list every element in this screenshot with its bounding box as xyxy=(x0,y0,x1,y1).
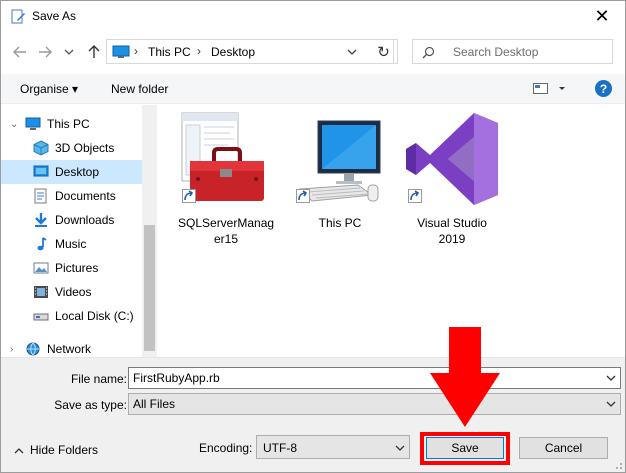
red-arrow-annotation xyxy=(430,327,500,427)
sidebar-item-documents[interactable]: Documents xyxy=(1,184,142,208)
shortcut-overlay-icon xyxy=(408,189,422,203)
sidebar-item-label: Documents xyxy=(55,189,116,203)
shortcut-overlay-icon xyxy=(296,189,310,203)
file-name-input[interactable] xyxy=(129,368,599,388)
file-item-label: This PC xyxy=(318,216,362,230)
command-toolbar: Organise ▾ New folder ? xyxy=(1,74,625,104)
video-icon xyxy=(34,286,48,298)
chevron-down-icon xyxy=(606,401,616,407)
view-icon xyxy=(533,83,565,94)
save-as-dialog: Save As ✕ › This PC › Desktop ↻ Search D… xyxy=(0,0,626,473)
file-item-label: Visual Studio 2019 xyxy=(417,216,487,246)
desktop-icon xyxy=(33,165,49,177)
navigation-pane: ⌄ This PC 3D Objects Desktop Documents D… xyxy=(1,105,157,361)
save-as-type-select[interactable]: All Files xyxy=(128,393,621,415)
title-bar: Save As ✕ xyxy=(1,1,625,32)
cancel-button[interactable]: Cancel xyxy=(519,437,608,459)
arrow-up-icon xyxy=(88,45,100,58)
organise-menu[interactable]: Organise ▾ xyxy=(20,82,78,96)
shortcut-overlay-icon xyxy=(182,189,196,203)
drive-icon xyxy=(33,313,49,321)
close-icon: ✕ xyxy=(594,6,610,26)
navigation-scroll-thumb[interactable] xyxy=(144,225,155,351)
save-as-type-dropdown[interactable] xyxy=(602,394,620,414)
refresh-button[interactable]: ↻ xyxy=(370,39,398,64)
encoding-value: UTF-8 xyxy=(263,441,297,455)
chevron-down-icon xyxy=(395,445,405,451)
search-icon xyxy=(422,46,435,59)
breadcrumb-desktop[interactable]: Desktop xyxy=(211,45,255,59)
save-as-icon xyxy=(11,9,25,24)
chevron-up-icon xyxy=(14,447,24,454)
help-button[interactable]: ? xyxy=(595,80,612,97)
cube-icon xyxy=(33,140,49,156)
computer-icon xyxy=(112,45,130,58)
refresh-icon: ↻ xyxy=(377,43,390,61)
chevron-down-icon xyxy=(606,375,616,381)
breadcrumb-this-pc[interactable]: This PC xyxy=(148,45,191,59)
sidebar-item-label: 3D Objects xyxy=(55,141,115,155)
save-as-type-value: All Files xyxy=(133,397,176,411)
network-icon xyxy=(26,342,40,356)
file-list: SQLServerManag er15 This PC Visual Studi… xyxy=(158,105,625,357)
sidebar-item-downloads[interactable]: Downloads xyxy=(1,208,142,232)
file-item-label: SQLServerManag er15 xyxy=(178,216,275,246)
search-box[interactable]: Search Desktop xyxy=(412,39,613,64)
music-icon xyxy=(37,237,47,251)
sidebar-item-label: Pictures xyxy=(55,261,99,275)
chevron-down-icon: ⌄ xyxy=(10,118,19,130)
download-icon xyxy=(35,213,47,227)
forward-button[interactable] xyxy=(34,41,56,63)
search-placeholder: Search Desktop xyxy=(453,45,539,59)
encoding-dropdown[interactable] xyxy=(391,438,409,458)
sidebar-item-label: Downloads xyxy=(55,213,115,227)
arrow-right-icon xyxy=(39,46,52,58)
sidebar-item-videos[interactable]: Videos xyxy=(1,280,142,304)
address-dropdown-button[interactable] xyxy=(339,40,365,63)
sidebar-item-local-disk[interactable]: Local Disk (C:) xyxy=(1,304,142,328)
view-options-button[interactable] xyxy=(533,83,569,98)
sidebar-item-desktop[interactable]: Desktop xyxy=(1,160,142,184)
encoding-label: Encoding: xyxy=(199,441,253,455)
hide-folders-label: Hide Folders xyxy=(30,443,99,457)
chevron-right-icon: › xyxy=(10,343,14,355)
chevron-right-icon: › xyxy=(197,44,201,58)
chevron-down-icon xyxy=(347,49,357,55)
hide-folders-button[interactable]: Hide Folders xyxy=(14,443,98,457)
sidebar-item-label: Network xyxy=(47,342,92,356)
sidebar-item-label: Desktop xyxy=(55,165,100,179)
save-as-type-label: Save as type: xyxy=(54,398,127,412)
sidebar-item-label: This PC xyxy=(47,117,90,131)
documents-icon xyxy=(34,188,47,204)
up-button[interactable] xyxy=(83,41,105,63)
file-name-label: File name: xyxy=(70,372,127,386)
sidebar-item-label: Videos xyxy=(55,285,92,299)
address-bar[interactable]: › This PC › Desktop xyxy=(106,39,394,64)
sidebar-item-pictures[interactable]: Pictures xyxy=(1,256,142,280)
sidebar-item-3d-objects[interactable]: 3D Objects xyxy=(1,136,142,160)
computer-icon xyxy=(298,120,381,202)
close-button[interactable]: ✕ xyxy=(579,1,625,32)
recent-locations-button[interactable] xyxy=(58,41,80,63)
sidebar-item-music[interactable]: Music xyxy=(1,232,142,256)
help-icon: ? xyxy=(599,81,608,96)
sidebar-item-label: Music xyxy=(55,237,87,251)
file-name-field[interactable] xyxy=(128,367,621,389)
back-button[interactable] xyxy=(9,41,31,63)
new-folder-button[interactable]: New folder xyxy=(111,82,168,96)
save-highlight-box xyxy=(420,432,510,465)
pictures-icon xyxy=(33,262,49,274)
chevron-down-icon xyxy=(64,49,74,55)
arrow-left-icon xyxy=(13,46,26,58)
computer-icon xyxy=(25,117,41,130)
encoding-select[interactable]: UTF-8 xyxy=(256,435,410,459)
file-name-dropdown[interactable] xyxy=(602,368,620,388)
sidebar-item-label: Local Disk (C:) xyxy=(55,309,134,323)
window-title: Save As xyxy=(32,9,77,23)
sidebar-item-this-pc[interactable]: ⌄ This PC xyxy=(1,112,142,136)
resize-grip-icon[interactable] xyxy=(613,460,623,470)
chevron-right-icon: › xyxy=(134,44,138,58)
